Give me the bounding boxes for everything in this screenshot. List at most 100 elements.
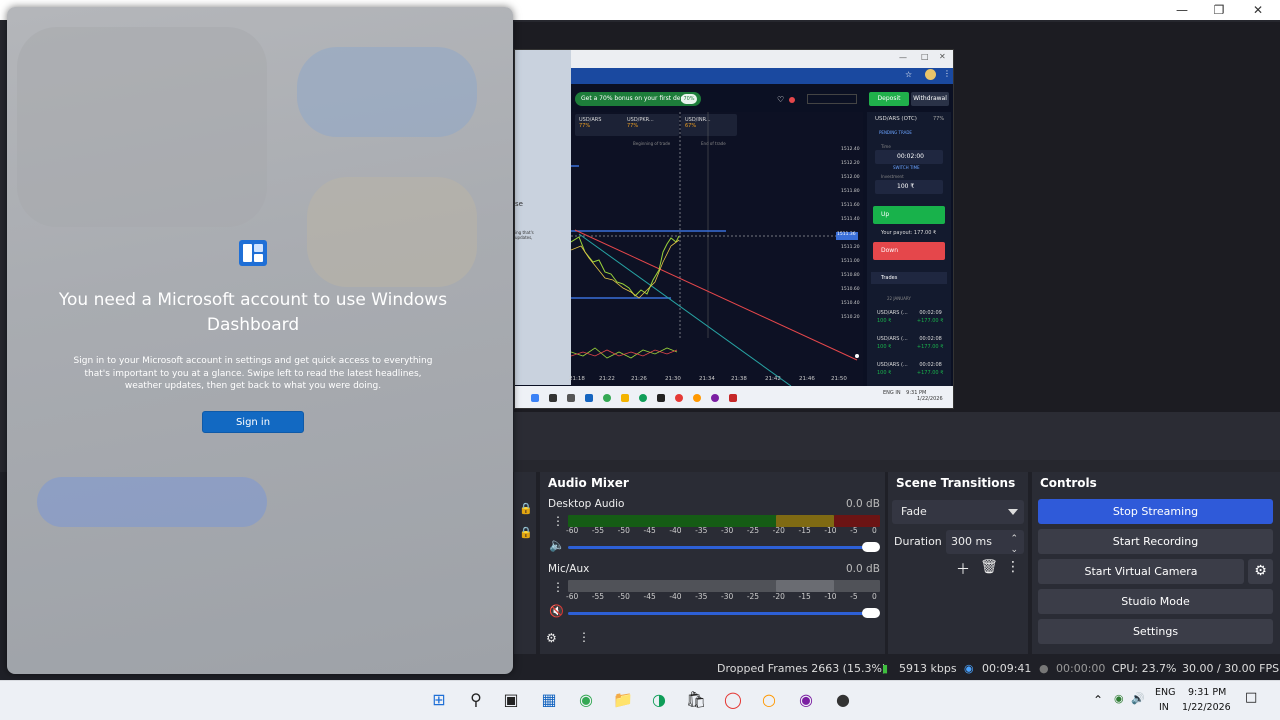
db-scale-tick: -30 xyxy=(721,592,734,601)
add-transition-icon[interactable]: ＋ xyxy=(954,559,972,579)
settings-button[interactable]: Settings xyxy=(1038,619,1273,644)
mic-aux-menu-icon[interactable]: ⋮ xyxy=(552,580,564,594)
trades-label: Trades xyxy=(881,275,898,281)
db-scale-tick: -50 xyxy=(617,526,630,535)
up-label: Up xyxy=(881,211,890,218)
widgets-icon[interactable]: ▦ xyxy=(538,689,560,711)
mic-aux-volume-slider[interactable] xyxy=(568,612,874,615)
down-label: Down xyxy=(881,247,899,254)
start-recording-button[interactable]: Start Recording xyxy=(1038,529,1273,554)
sign-in-button[interactable]: Sign in xyxy=(202,411,304,433)
star-icon: ☆ xyxy=(905,70,913,79)
duration-input[interactable]: 300 ms ⌃ ⌄ xyxy=(946,530,1024,555)
db-scale-tick: -25 xyxy=(746,592,760,601)
search-icon xyxy=(549,394,557,402)
streaming-icon: ◉ xyxy=(964,662,974,675)
start-icon[interactable]: ⊞ xyxy=(428,689,450,711)
mixer-settings-icon[interactable]: ⚙ xyxy=(546,631,557,645)
chrome-profile-icon[interactable]: ◉ xyxy=(795,689,817,711)
start-virtual-camera-button[interactable]: Start Virtual Camera xyxy=(1038,559,1244,584)
widgets-icon xyxy=(239,240,267,266)
bitrate: 5913 kbps xyxy=(899,662,957,675)
transition-menu-icon[interactable]: ⋮ xyxy=(1006,559,1020,575)
close-icon[interactable]: ✕ xyxy=(1246,2,1270,18)
db-scale-tick: -5 xyxy=(850,592,858,601)
price-tick: 1511.20 xyxy=(841,245,860,250)
trades-date: 22 JANUARY xyxy=(887,296,911,301)
trade-row: USD/ARS (... 00:02:09 xyxy=(877,310,942,316)
obs-icon[interactable]: ● xyxy=(832,689,854,711)
time-tick: 21:22 xyxy=(599,376,615,382)
lock-icon[interactable]: 🔒 xyxy=(519,526,533,539)
price-tick: 1511.40 xyxy=(841,217,860,222)
trades-tab: Trades xyxy=(871,272,947,284)
bonus-text: Get a 70% bonus on your first deposit xyxy=(581,95,696,102)
volume-icon[interactable]: 🔊 xyxy=(1131,692,1145,705)
audio-mixer-title: Audio Mixer xyxy=(548,476,629,490)
language-line1[interactable]: ENG xyxy=(1155,687,1175,698)
clock-date[interactable]: 1/22/2026 xyxy=(1182,702,1231,713)
dashboard-body: Sign in to your Microsoft account in set… xyxy=(73,356,433,391)
lock-icon[interactable]: 🔒 xyxy=(519,502,533,515)
db-scale-tick: -45 xyxy=(643,526,656,535)
mic-aux-volume-knob[interactable] xyxy=(862,608,880,618)
mixer-menu-icon[interactable]: ⋮ xyxy=(578,630,590,644)
time-value: 00:02:00 xyxy=(897,153,924,160)
db-scale-tick: -10 xyxy=(824,526,837,535)
trade-asset: USD/ARS (... xyxy=(877,310,908,316)
windows-dashboard-panel xyxy=(7,7,513,674)
store-icon[interactable]: 🛍 xyxy=(685,689,707,711)
obs-icon xyxy=(729,394,737,402)
chevron-up-icon[interactable]: ⌃ xyxy=(1093,693,1103,707)
virtual-camera-settings-icon[interactable]: ⚙ xyxy=(1248,559,1273,584)
opera-icon[interactable]: ◯ xyxy=(722,689,744,711)
payout-text: Your payout: 177.00 ₹ xyxy=(881,230,937,236)
task-view-icon xyxy=(567,394,575,402)
network-icon[interactable]: ◉ xyxy=(1114,692,1124,705)
restore-icon[interactable]: ❐ xyxy=(1207,2,1231,18)
blurred-content xyxy=(37,477,267,527)
db-scale-tick: -55 xyxy=(591,526,605,535)
delete-transition-icon[interactable]: 🗑 xyxy=(980,559,998,575)
search-icon[interactable]: ⚲ xyxy=(465,689,487,711)
cpu-usage: CPU: 23.7% xyxy=(1112,662,1177,675)
desktop-audio-menu-icon[interactable]: ⋮ xyxy=(552,514,564,528)
withdrawal-label: Withdrawal xyxy=(913,95,947,102)
time-tick: 21:46 xyxy=(799,376,815,382)
transition-select[interactable]: Fade xyxy=(892,500,1024,524)
up-button: Up xyxy=(873,206,945,224)
app-icon xyxy=(693,394,701,402)
minimize-icon[interactable]: — xyxy=(1170,2,1194,18)
app-icon[interactable]: ○ xyxy=(758,689,780,711)
task-view-icon[interactable]: ▣ xyxy=(500,689,522,711)
desktop-audio-volume-knob[interactable] xyxy=(862,542,880,552)
browser-address-bar: ☆ ⋮ xyxy=(571,68,953,84)
deposit-label: Deposit xyxy=(877,95,901,102)
windows-taskbar xyxy=(0,680,1280,720)
notification-icon[interactable]: □ xyxy=(1245,690,1257,705)
speaker-icon[interactable]: 🔈 xyxy=(549,538,565,553)
db-scale-tick: -20 xyxy=(772,592,785,601)
captured-left-panel xyxy=(515,50,571,385)
captured-side-text: se xyxy=(515,200,523,208)
trade-time: 00:02:08 xyxy=(919,336,942,342)
trade-row-detail: 100 ₹ +177.00 ₹ xyxy=(877,344,943,350)
asset-title: USD/ARS (OTC) xyxy=(875,116,917,122)
language-line2[interactable]: IN xyxy=(1159,702,1169,713)
start-virtual-camera-label: Start Virtual Camera xyxy=(1084,565,1198,578)
stop-streaming-button[interactable]: Stop Streaming xyxy=(1038,499,1273,524)
trade-time: 00:02:09 xyxy=(919,310,942,316)
duration-label: Duration xyxy=(894,535,942,548)
fps: 30.00 / 30.00 FPS xyxy=(1182,662,1280,675)
sign-in-label: Sign in xyxy=(235,417,271,428)
clock-time[interactable]: 9:31 PM xyxy=(1188,687,1226,698)
db-scale-tick: -60 xyxy=(566,592,579,601)
asset-pct: 77% xyxy=(933,116,945,122)
edge-icon[interactable]: ◑ xyxy=(648,689,670,711)
mic-muted-icon[interactable]: 🔇 xyxy=(549,604,564,618)
stream-time: 00:09:41 xyxy=(982,662,1032,675)
chrome-icon[interactable]: ◉ xyxy=(575,689,597,711)
desktop-audio-volume-slider[interactable] xyxy=(568,546,874,549)
folder-icon[interactable]: 📁 xyxy=(612,689,634,711)
studio-mode-button[interactable]: Studio Mode xyxy=(1038,589,1273,614)
